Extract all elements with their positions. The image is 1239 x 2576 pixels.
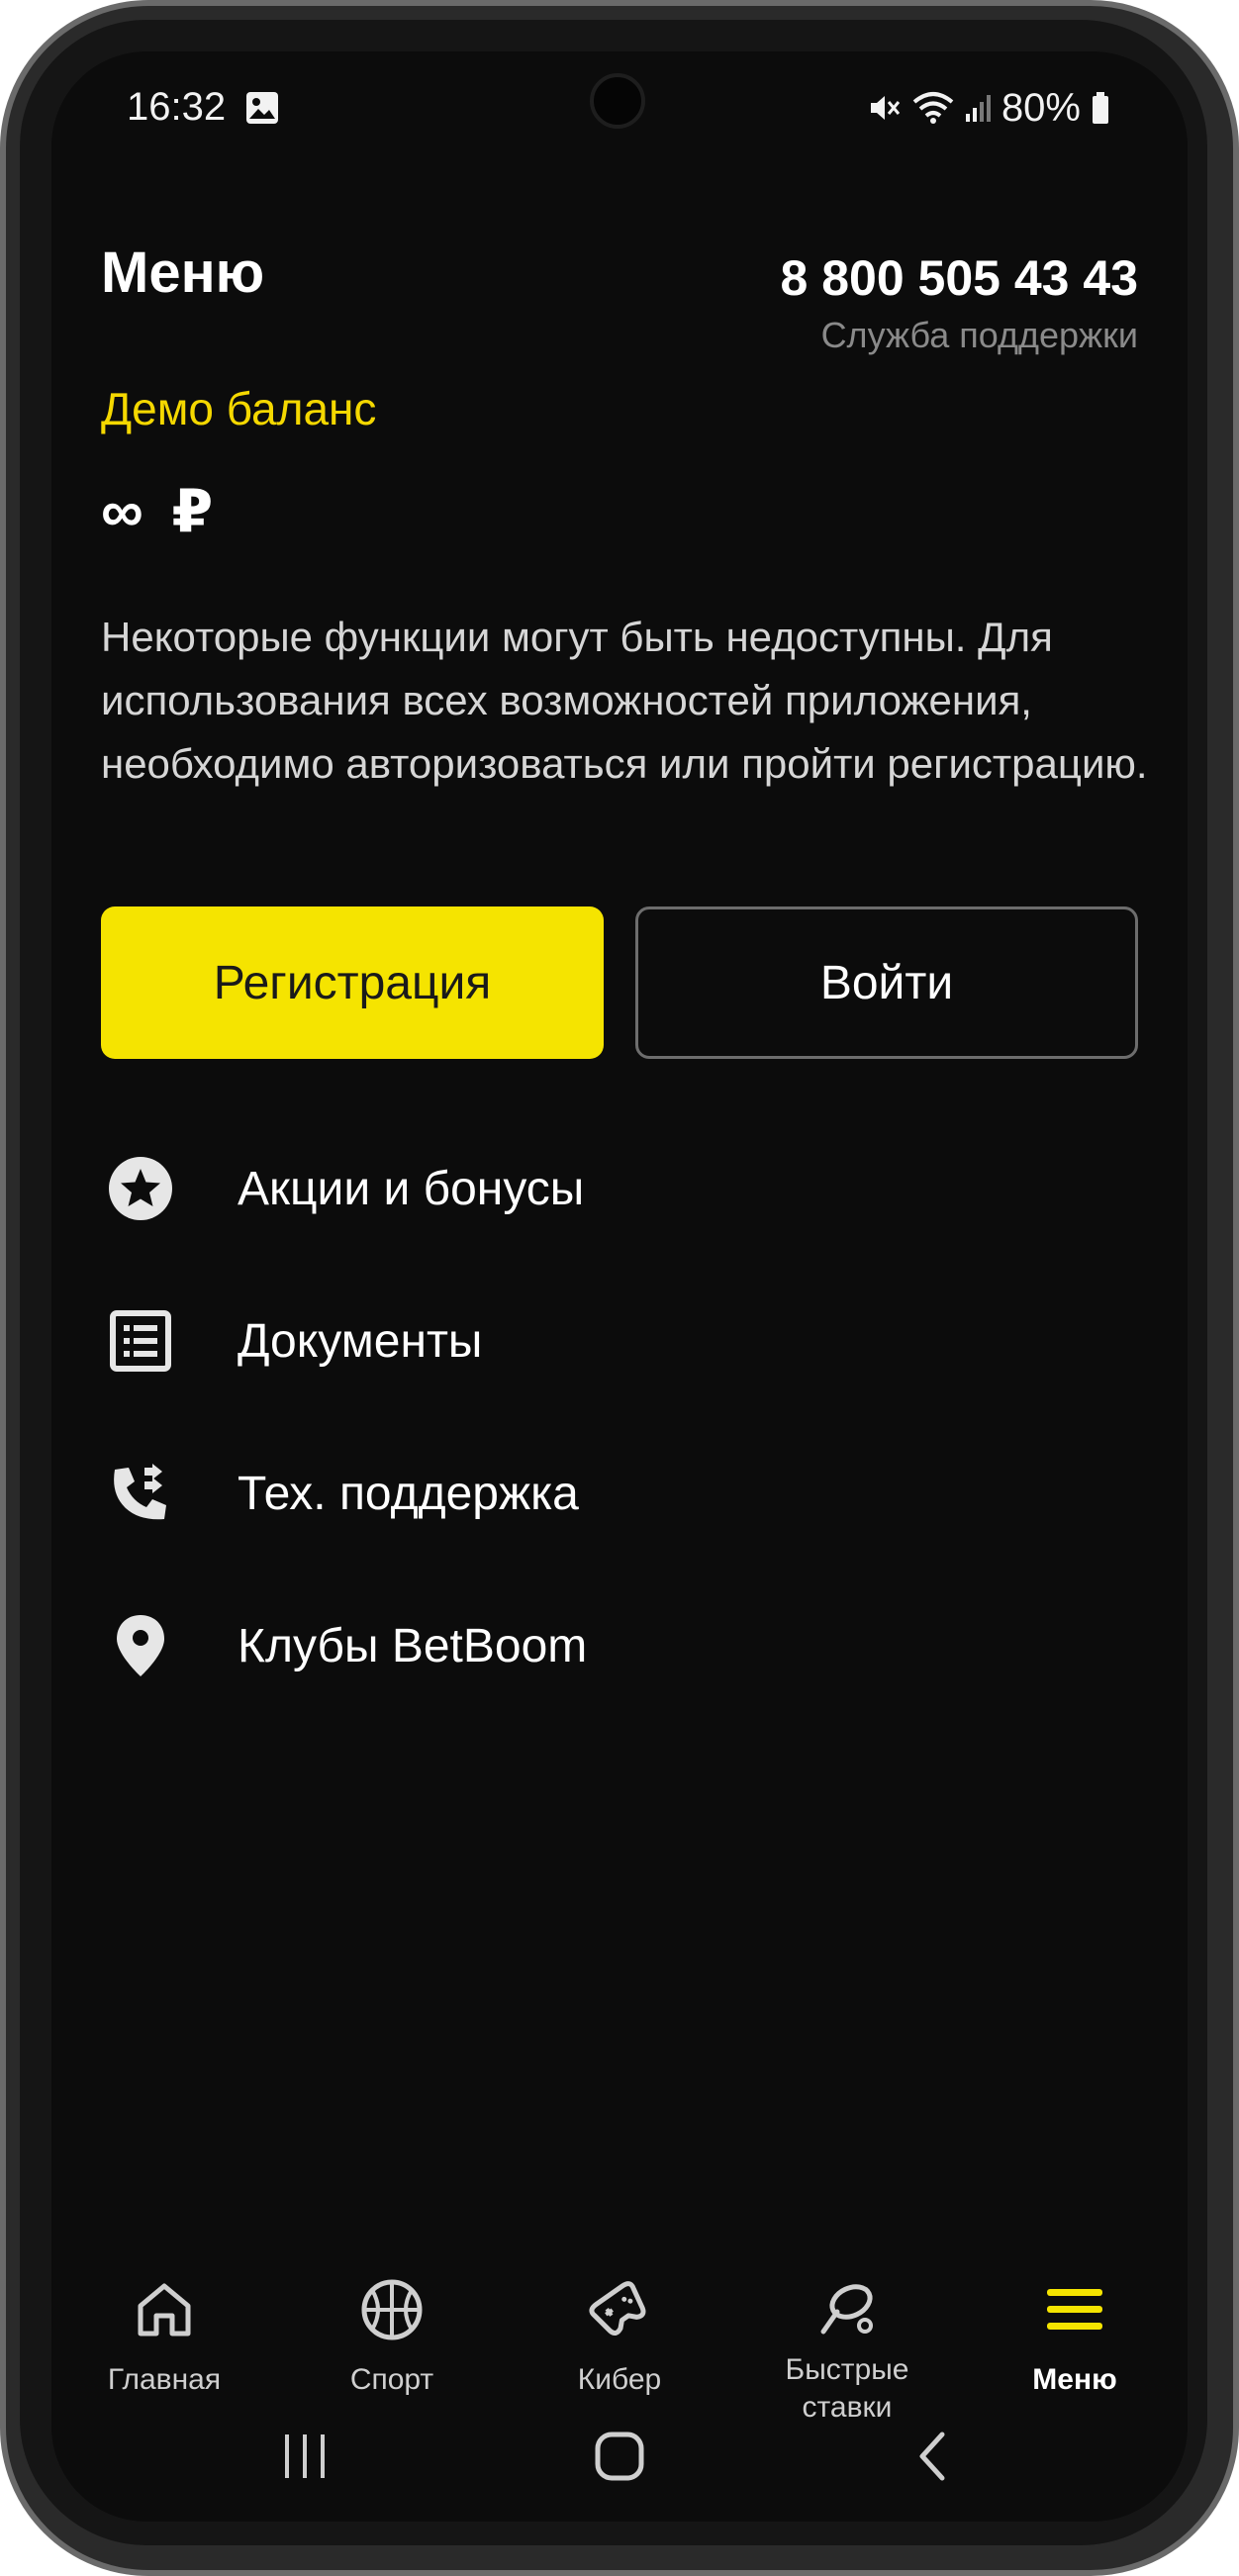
back-icon (919, 2432, 945, 2481)
menu-item-label: Акции и бонусы (238, 1162, 585, 1215)
front-camera (590, 73, 645, 129)
nav-label: Главная (107, 2363, 222, 2396)
basketball-icon (354, 2272, 429, 2347)
support-label: Служба поддержки (820, 315, 1138, 355)
nav-cyber[interactable]: Кибер (521, 2272, 718, 2399)
signal-icon (964, 90, 992, 126)
status-bar: 16:32 80% (51, 51, 1188, 160)
wifi-icon (912, 90, 954, 126)
menu-icon (1037, 2272, 1112, 2347)
home-icon (127, 2272, 202, 2347)
location-pin-icon (101, 1606, 180, 1685)
menu-item-label: Клубы BetBoom (238, 1619, 588, 1672)
nav-label: Спорт (349, 2363, 434, 2396)
nav-label: Кибер (577, 2363, 662, 2396)
mute-icon (867, 90, 903, 126)
battery-percent: 80% (1001, 85, 1081, 130)
demo-balance-label: Демо баланс (101, 383, 377, 434)
nav-label: Меню (1032, 2363, 1117, 2396)
menu-list: Акции и бонусы Документы Тех. поддержка … (101, 1112, 1150, 1722)
home-system-icon (595, 2432, 644, 2481)
document-list-icon (101, 1301, 180, 1381)
demo-balance-value: ∞ ₽ (101, 478, 220, 544)
screen: 16:32 80% Меню 8 800 505 43 43 Служба по… (51, 51, 1188, 2522)
nav-home[interactable]: Главная (65, 2272, 263, 2399)
menu-item-documents[interactable]: Документы (101, 1265, 1150, 1417)
nav-sport[interactable]: Спорт (293, 2272, 491, 2399)
menu-item-promotions[interactable]: Акции и бонусы (101, 1112, 1150, 1265)
star-badge-icon (101, 1149, 180, 1228)
status-right: 80% (867, 85, 1110, 131)
menu-item-support[interactable]: Тех. поддержка (101, 1417, 1150, 1570)
register-button[interactable]: Регистрация (101, 906, 604, 1059)
home-system-button[interactable] (580, 2417, 659, 2496)
back-button[interactable] (895, 2417, 974, 2496)
status-time: 16:32 (127, 85, 227, 129)
system-nav-bar (51, 2407, 1188, 2506)
menu-item-label: Тех. поддержка (238, 1467, 579, 1520)
recent-apps-icon (285, 2434, 325, 2478)
battery-icon (1091, 90, 1110, 126)
gamepad-icon (582, 2272, 657, 2347)
login-button[interactable]: Войти (635, 906, 1138, 1059)
image-icon (245, 91, 279, 125)
phone-forward-icon (101, 1454, 180, 1533)
support-phone-link[interactable]: 8 800 505 43 43 (781, 249, 1138, 307)
menu-item-clubs[interactable]: Клубы BetBoom (101, 1570, 1150, 1722)
quick-bet-icon (810, 2272, 885, 2347)
recent-apps-button[interactable] (265, 2417, 344, 2496)
menu-item-label: Документы (238, 1314, 483, 1368)
nav-quick-bets[interactable]: Быстрые ставки (748, 2272, 946, 2427)
page-title: Меню (101, 240, 265, 305)
info-text: Некоторые функции могут быть недоступны.… (101, 614, 1148, 787)
nav-menu[interactable]: Меню (976, 2272, 1174, 2399)
